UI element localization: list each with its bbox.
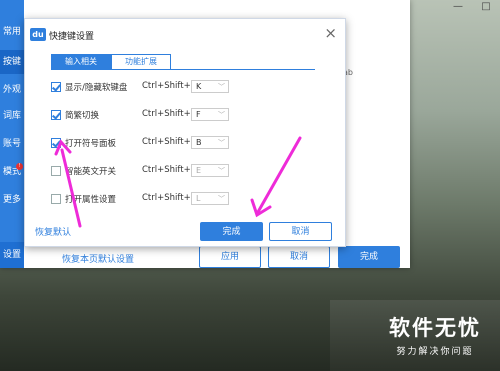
shortcut-label: 显示/隐藏软键盘 (65, 83, 128, 93)
shortcut-row: 打开属性设置 Ctrl+Shift+ L ﹀ (51, 192, 251, 206)
done-button[interactable]: 完成 (200, 222, 263, 241)
shortcut-label: 打开属性设置 (65, 195, 117, 205)
restore-page-defaults-link[interactable]: 恢复本页默认设置 (62, 252, 134, 265)
tab-extensions[interactable]: 功能扩展 (111, 54, 171, 70)
shortcut-row: 打开符号面板 Ctrl+Shift+ B ﹀ (51, 136, 251, 150)
shortcut-modifier: Ctrl+Shift+ (142, 137, 191, 147)
shortcut-key-value: B (196, 138, 202, 147)
sidebar-item-dictionary[interactable]: 词库 (0, 104, 24, 128)
shortcut-checkbox[interactable] (51, 138, 61, 148)
shortcut-modifier: Ctrl+Shift+ (142, 81, 191, 91)
shortcut-checkbox[interactable] (51, 110, 61, 120)
tab-input[interactable]: 输入相关 (51, 54, 111, 70)
sidebar-item-mode[interactable]: 模式 ! (0, 160, 24, 184)
shortcut-key-select[interactable]: F ﹀ (191, 108, 229, 121)
restore-defaults-link[interactable]: 恢复默认 (35, 225, 71, 238)
shortcut-modifier: Ctrl+Shift+ (142, 193, 191, 203)
shortcut-modifier: Ctrl+Shift+ (142, 165, 191, 175)
tabs-underline (51, 69, 315, 70)
shortcut-key-value: F (196, 110, 201, 119)
sidebar-item-keys[interactable]: 按键 (0, 50, 24, 74)
baidu-logo-icon: du (30, 28, 46, 41)
shortcut-key-value: K (196, 82, 202, 91)
apply-button[interactable]: 应用 (199, 246, 261, 268)
chevron-down-icon: ﹀ (218, 167, 225, 175)
watermark-subtitle: 努力解决你问题 (396, 347, 474, 357)
chevron-down-icon: ﹀ (218, 195, 225, 203)
chevron-down-icon: ﹀ (218, 139, 225, 147)
shortcut-key-select[interactable]: E ﹀ (191, 164, 229, 177)
close-icon[interactable]: × (324, 24, 337, 42)
shortcut-key-select[interactable]: B ﹀ (191, 136, 229, 149)
outer-window-controls: — □ (410, 0, 500, 14)
settings-sidebar: 常用 按键 外观 词库 账号 模式 ! 更多 设置 (0, 0, 24, 268)
sidebar-item-more[interactable]: 更多 (0, 188, 24, 212)
shortcut-row: 智能英文开关 Ctrl+Shift+ E ﹀ (51, 164, 251, 178)
maximize-button[interactable]: □ (472, 0, 500, 14)
shortcut-key-select[interactable]: K ﹀ (191, 80, 229, 93)
watermark-title: 软件无忧 (389, 316, 481, 340)
minimize-button[interactable]: — (444, 0, 472, 14)
shortcut-key-value: E (196, 166, 202, 175)
shortcut-label: 智能英文开关 (65, 167, 117, 177)
sidebar-item-appearance[interactable]: 外观 (0, 78, 24, 102)
sidebar-item-account[interactable]: 账号 (0, 132, 24, 156)
dialog-tabs: 输入相关 功能扩展 (51, 54, 171, 70)
watermark: 软件无忧 努力解决你问题 (376, 312, 494, 357)
shortcut-checkbox[interactable] (51, 194, 61, 204)
shortcut-checkbox[interactable] (51, 166, 61, 176)
shortcut-key-select[interactable]: L ﹀ (191, 192, 229, 205)
sidebar-item-common[interactable]: 常用 (0, 20, 24, 44)
chevron-down-icon: ﹀ (218, 83, 225, 91)
page-cancel-button[interactable]: 取消 (268, 246, 330, 268)
chevron-down-icon: ﹀ (218, 111, 225, 119)
shortcut-row: 简繁切换 Ctrl+Shift+ F ﹀ (51, 108, 251, 122)
shortcut-label: 打开符号面板 (65, 139, 117, 149)
shortcut-key-value: L (196, 194, 201, 203)
shortcut-label: 简繁切换 (65, 111, 100, 121)
shortcut-checkbox[interactable] (51, 82, 61, 92)
shortcut-row: 显示/隐藏软键盘 Ctrl+Shift+ K ﹀ (51, 80, 251, 94)
new-badge: ! (16, 163, 23, 170)
shortcut-modifier: Ctrl+Shift+ (142, 109, 191, 119)
sidebar-settings-footer[interactable]: 设置 (0, 242, 24, 268)
dialog-title: 快捷键设置 (49, 32, 95, 42)
shortcut-settings-dialog: du 快捷键设置 × 输入相关 功能扩展 显示/隐藏软键盘 Ctrl+Shift… (24, 18, 346, 247)
cancel-button[interactable]: 取消 (269, 222, 332, 241)
page-done-button[interactable]: 完成 (338, 246, 400, 268)
